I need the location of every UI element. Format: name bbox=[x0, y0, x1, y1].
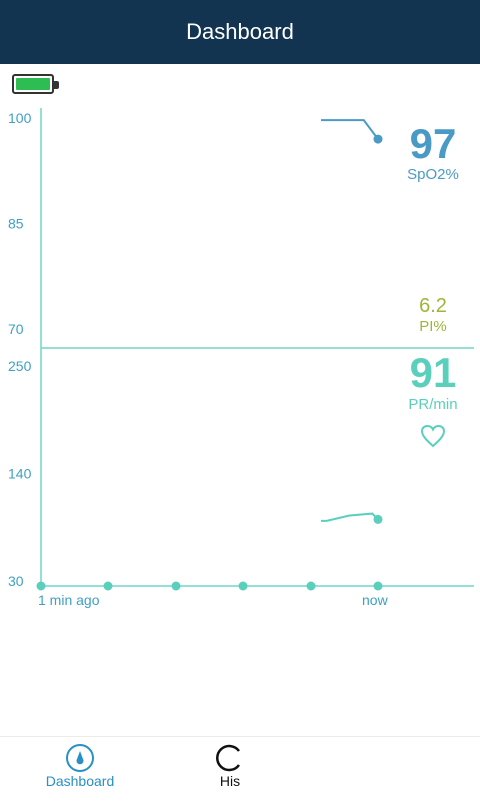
series-end-point-spo2 bbox=[373, 134, 383, 144]
y-tick-label: 70 bbox=[8, 321, 24, 337]
history-icon bbox=[216, 744, 241, 772]
series-line-spo2 bbox=[321, 119, 379, 140]
pr-value: 91 bbox=[409, 349, 457, 396]
x-label-start: 1 min ago bbox=[38, 592, 100, 608]
spo2-value: 97 bbox=[409, 120, 457, 167]
bottom-navigation: Dashboard His bbox=[0, 736, 480, 801]
y-tick-label: 85 bbox=[8, 216, 24, 232]
heart-icon bbox=[420, 424, 446, 448]
x-axis-marker bbox=[238, 581, 248, 591]
nav-dashboard[interactable]: Dashboard bbox=[20, 737, 140, 801]
pr-readout: 91 PR/min bbox=[398, 350, 468, 414]
x-axis-marker bbox=[36, 581, 46, 591]
y-tick-label: 250 bbox=[8, 358, 32, 374]
nav-dashboard-label: Dashboard bbox=[45, 773, 115, 789]
x-axis-marker bbox=[103, 581, 113, 591]
x-axis-marker bbox=[306, 581, 316, 591]
x-axis-marker bbox=[373, 581, 383, 591]
series-line-pr bbox=[321, 512, 379, 522]
pi-value: 6.2 bbox=[419, 295, 447, 317]
y-tick-label: 140 bbox=[8, 466, 32, 482]
y-tick-label: 30 bbox=[8, 573, 24, 589]
pi-label: PI% bbox=[419, 318, 447, 335]
x-axis-marker bbox=[171, 581, 181, 591]
pr-label: PR/min bbox=[408, 396, 458, 413]
x-label-end: now bbox=[362, 592, 389, 608]
spo2-label: SpO2% bbox=[407, 166, 459, 183]
spo2-readout: 97 SpO2% bbox=[394, 122, 472, 184]
series-end-point-pr bbox=[373, 514, 383, 524]
nav-history-label: His bbox=[219, 773, 241, 789]
nav-history[interactable]: His bbox=[180, 737, 280, 801]
gauge-icon bbox=[66, 744, 94, 772]
y-tick-label: 100 bbox=[8, 110, 32, 126]
pi-readout: 6.2 PI% bbox=[400, 294, 466, 336]
